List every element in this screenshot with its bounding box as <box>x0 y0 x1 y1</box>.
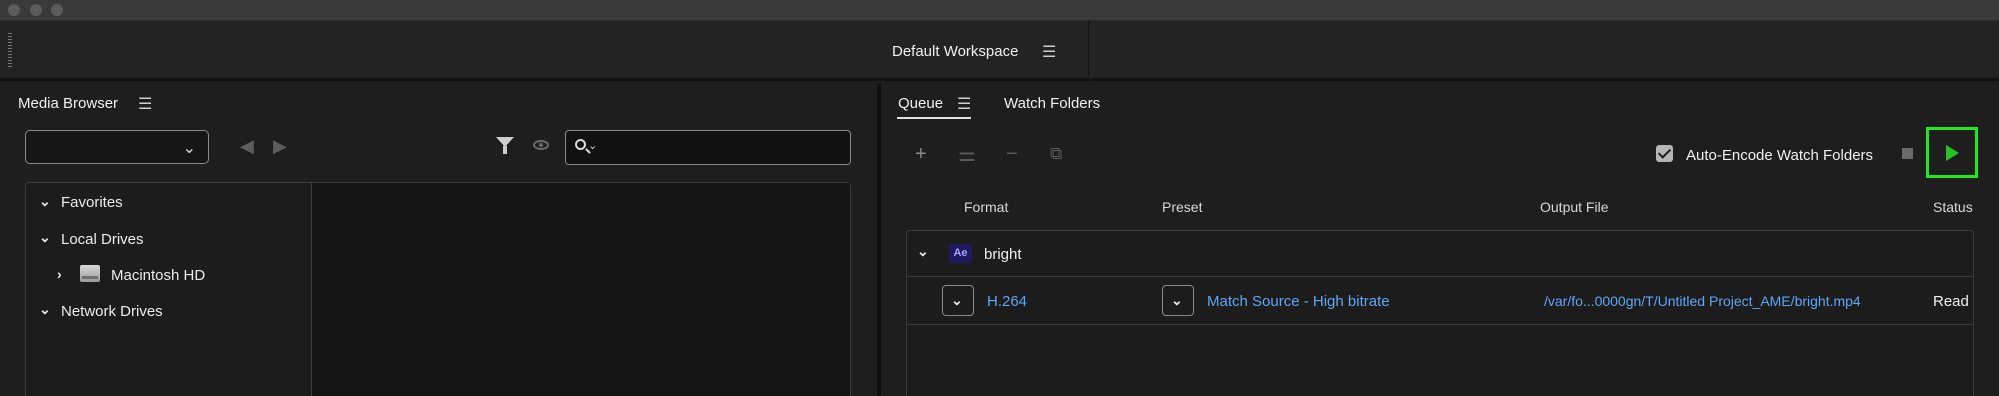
tree-item-local-drives[interactable]: Local Drives <box>61 231 144 248</box>
zoom-window-button[interactable] <box>51 4 63 16</box>
forward-arrow-icon[interactable]: ▶ <box>273 136 287 157</box>
remove-icon[interactable]: − <box>1006 143 1018 166</box>
column-header-status[interactable]: Status <box>1933 199 1973 215</box>
workspace-divider <box>1088 21 1089 81</box>
filter-icon-stem <box>503 146 507 154</box>
minimize-window-button[interactable] <box>30 4 42 16</box>
search-icon <box>575 139 586 150</box>
hard-drive-icon <box>80 265 100 282</box>
search-input[interactable]: ⌄ <box>565 130 851 165</box>
queue-list <box>906 230 1974 396</box>
collapsed-chevron-icon[interactable]: › <box>57 266 62 282</box>
back-arrow-icon[interactable]: ◀ <box>240 136 254 157</box>
row-divider <box>907 276 1973 277</box>
auto-encode-label: Auto-Encode Watch Folders <box>1686 147 1874 164</box>
location-dropdown[interactable]: ⌄ <box>25 130 209 164</box>
column-header-output[interactable]: Output File <box>1540 199 1608 215</box>
active-tab-indicator <box>897 117 971 119</box>
file-preview-area <box>312 183 850 396</box>
chevron-down-icon: ⌄ <box>951 292 963 308</box>
chevron-down-icon: ⌄ <box>1171 292 1183 308</box>
tree-item-network-drives[interactable]: Network Drives <box>61 303 163 320</box>
play-icon <box>1946 145 1959 161</box>
tree-item-macintosh-hd[interactable]: Macintosh HD <box>111 267 205 284</box>
media-browser-menu-icon[interactable]: ☰ <box>138 94 152 114</box>
tab-watch-folders[interactable]: Watch Folders <box>1004 95 1100 112</box>
media-browser-title[interactable]: Media Browser <box>18 95 118 112</box>
queue-menu-icon[interactable]: ☰ <box>957 94 971 114</box>
queue-source-name[interactable]: bright <box>984 246 1022 263</box>
tree-item-favorites[interactable]: Favorites <box>61 194 123 211</box>
window-title-bar <box>0 0 1999 21</box>
format-link[interactable]: H.264 <box>987 293 1027 310</box>
stop-icon[interactable] <box>1902 148 1913 159</box>
auto-encode-checkbox[interactable] <box>1656 145 1673 162</box>
settings-sliders-icon[interactable]: ⚌ <box>958 142 976 167</box>
status-text: Read <box>1933 293 1969 310</box>
workspace-title[interactable]: Default Workspace <box>892 43 1018 60</box>
format-dropdown-button[interactable]: ⌄ <box>942 285 974 316</box>
chevron-down-icon: ⌄ <box>182 140 196 157</box>
after-effects-icon: Ae <box>949 244 972 263</box>
expand-chevron-icon[interactable]: ⌄ <box>39 229 51 246</box>
preset-link[interactable]: Match Source - High bitrate <box>1207 293 1390 310</box>
start-queue-button[interactable] <box>1926 127 1978 178</box>
search-options-chevron-icon[interactable]: ⌄ <box>588 139 597 152</box>
eye-icon[interactable] <box>533 140 549 150</box>
expand-chevron-icon[interactable]: ⌄ <box>39 301 51 318</box>
preset-dropdown-button[interactable]: ⌄ <box>1162 285 1194 316</box>
column-header-format[interactable]: Format <box>964 199 1008 215</box>
drag-grip-icon[interactable] <box>8 33 12 67</box>
close-window-button[interactable] <box>8 4 20 16</box>
output-file-link[interactable]: /var/fo...0000gn/T/Untitled Project_AME/… <box>1544 293 1861 309</box>
expand-chevron-icon[interactable]: ⌄ <box>39 193 51 210</box>
duplicate-icon[interactable]: ⧉ <box>1050 144 1062 164</box>
workspace-menu-icon[interactable]: ☰ <box>1042 42 1056 62</box>
tab-queue[interactable]: Queue <box>898 95 943 112</box>
add-source-icon[interactable]: + <box>915 143 927 166</box>
expand-chevron-icon[interactable]: ⌄ <box>917 243 929 260</box>
row-divider <box>907 324 1973 325</box>
column-header-preset[interactable]: Preset <box>1162 199 1202 215</box>
